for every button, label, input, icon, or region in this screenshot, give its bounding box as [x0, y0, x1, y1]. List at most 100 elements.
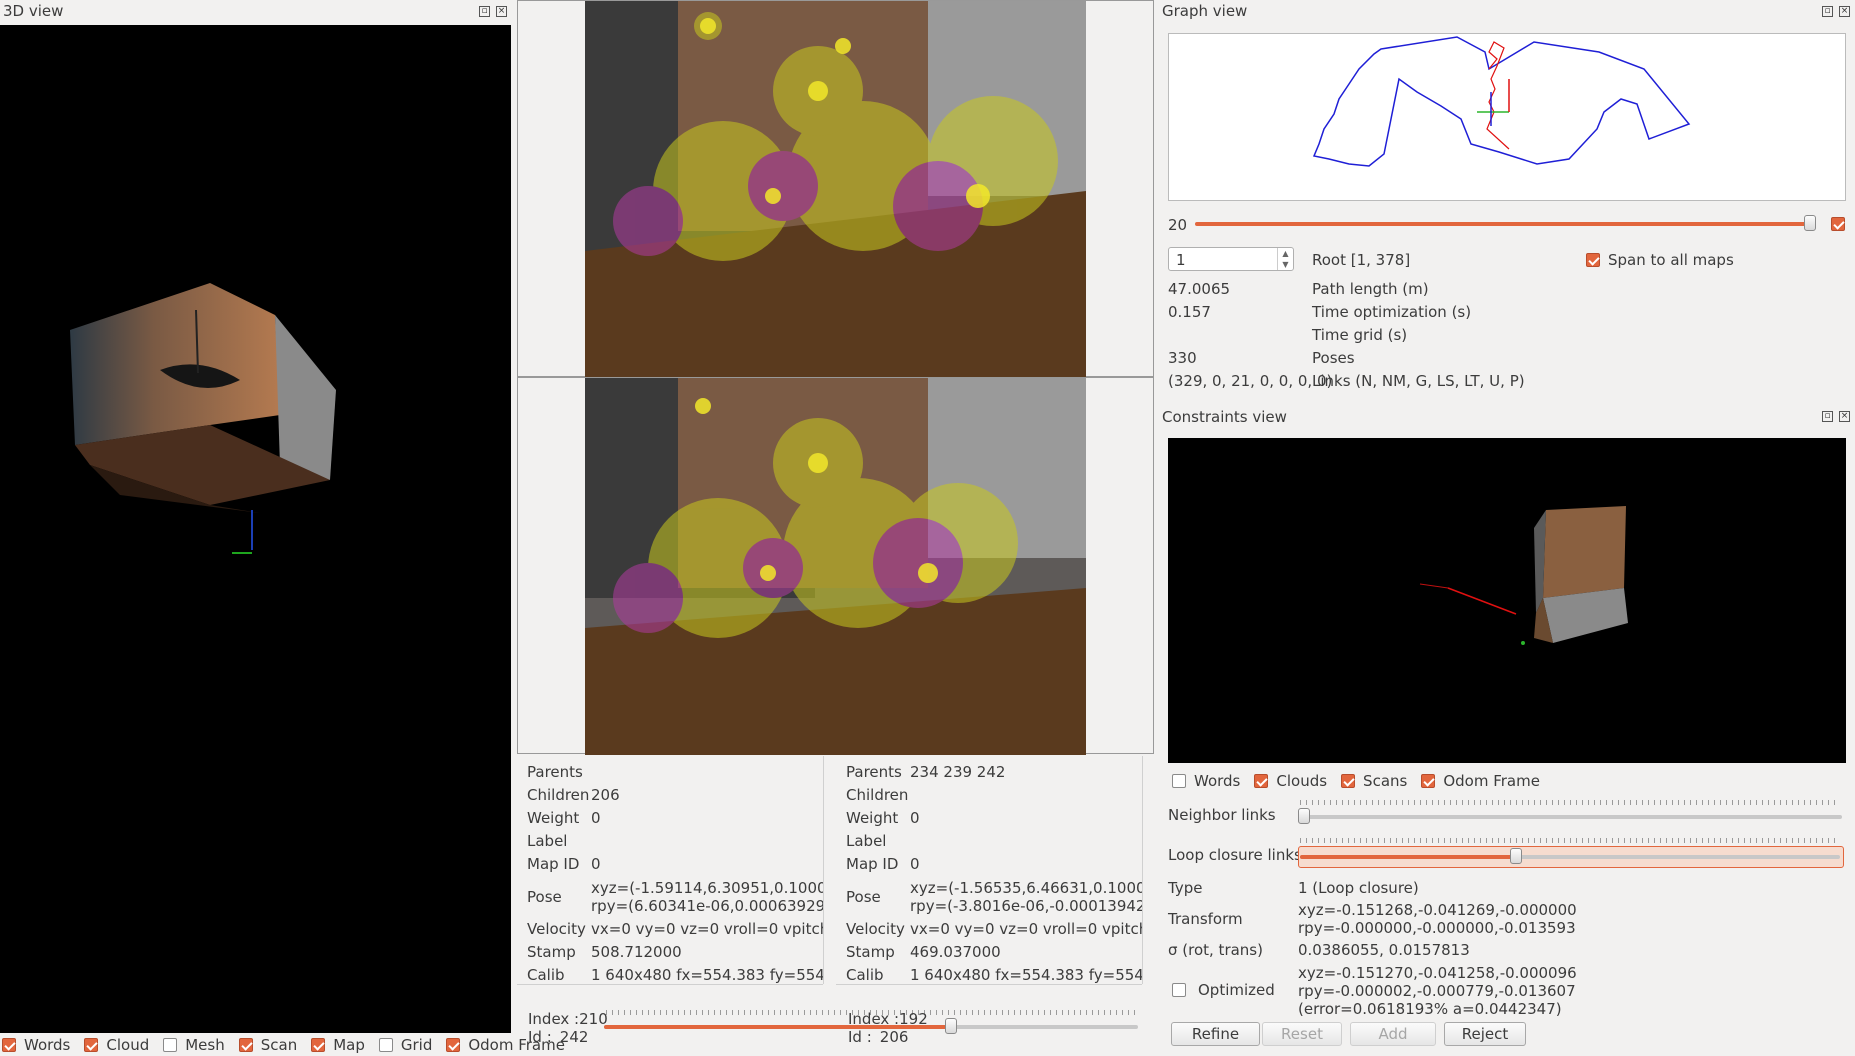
- image-view-top[interactable]: [517, 0, 1154, 378]
- checkbox[interactable]: [446, 1038, 461, 1052]
- checkbox[interactable]: [1421, 774, 1436, 788]
- optimized-label: Optimized: [1198, 981, 1275, 999]
- slider-handle[interactable]: [1804, 215, 1816, 231]
- info-value: vx=0 vy=0 vz=0 vroll=0 vpitch=0 v: [910, 920, 1142, 938]
- graph-slider-checkbox[interactable]: [1831, 217, 1845, 231]
- loop-closure-slider[interactable]: [1300, 848, 1840, 864]
- graph-canvas[interactable]: [1168, 33, 1846, 201]
- checkbox[interactable]: [238, 1038, 253, 1052]
- float-icon[interactable]: ▫: [1822, 6, 1833, 17]
- checkbox[interactable]: [2, 1038, 16, 1052]
- info-row-map-id: Map ID 0: [527, 855, 601, 873]
- checkbox[interactable]: [163, 1038, 178, 1052]
- 3d-viewport[interactable]: [0, 25, 511, 1033]
- info-key: Label: [527, 832, 568, 850]
- image-view-bottom[interactable]: [517, 377, 1154, 755]
- constraints-scene: [1419, 506, 1628, 645]
- checkbox[interactable]: [1341, 774, 1356, 788]
- constraints-options: Words Clouds Scans Odom Frame: [1172, 772, 1554, 790]
- constraints-3d-viewport[interactable]: [1168, 438, 1846, 763]
- info-row-stamp: Stamp 508.712000: [527, 943, 682, 961]
- checkbox[interactable]: [1254, 774, 1269, 788]
- option-map[interactable]: Map: [311, 1036, 365, 1054]
- stat-value: 330: [1168, 349, 1197, 367]
- option-words[interactable]: Words: [1172, 772, 1240, 790]
- float-icon[interactable]: ▫: [1822, 411, 1833, 422]
- info-value: vx=0 vy=0 vz=0 vroll=0 vpitch=0 v: [591, 920, 823, 938]
- info-key: Calib: [527, 966, 565, 984]
- span-label: Span to all maps: [1608, 251, 1734, 269]
- option-label: Words: [24, 1036, 71, 1054]
- option-label: Map: [333, 1036, 365, 1054]
- root-spinbox[interactable]: 1 ▲ ▼: [1168, 247, 1294, 271]
- info-row-weight: Weight 0: [527, 809, 601, 827]
- graph-slider[interactable]: [1195, 215, 1816, 231]
- info-key: Pose: [527, 888, 562, 906]
- info-key: Velocity: [846, 920, 905, 938]
- info-row-children: Children: [846, 786, 910, 804]
- neighbor-links-slider[interactable]: [1298, 808, 1842, 824]
- option-cloud[interactable]: Cloud: [84, 1036, 149, 1054]
- info-key: Label: [846, 832, 887, 850]
- info-value: 234 239 242: [910, 763, 1006, 781]
- index-caption: Index :: [848, 1010, 900, 1028]
- slider-handle[interactable]: [1298, 808, 1310, 824]
- optimized-checkbox[interactable]: Optimized: [1172, 981, 1275, 999]
- stat-label: Path length (m): [1312, 280, 1429, 298]
- optimized-xyz: xyz=-0.151270,-0.041258,-0.000096: [1298, 964, 1577, 982]
- info-value: 1 640x480 fx=554.383 fy=554.383: [591, 966, 823, 984]
- info-value: 469.037000: [910, 943, 1001, 961]
- info-row-pose: Pose: [527, 888, 591, 906]
- reject-button[interactable]: Reject: [1444, 1022, 1526, 1046]
- checkbox[interactable]: [1172, 774, 1186, 788]
- feature-image-top: [585, 1, 1086, 378]
- option-scan[interactable]: Scan: [238, 1036, 297, 1054]
- info-row-parents: Parents: [527, 763, 591, 781]
- stat-value: 0.157: [1168, 303, 1211, 321]
- add-button[interactable]: Add: [1350, 1022, 1436, 1046]
- info-row-stamp: Stamp 469.037000: [846, 943, 1001, 961]
- info-key: Parents: [527, 763, 583, 781]
- info-key: Calib: [846, 966, 884, 984]
- info-key: Children: [527, 786, 590, 804]
- info-key: Map ID: [527, 855, 580, 873]
- refine-button[interactable]: Refine: [1171, 1022, 1260, 1046]
- reset-button[interactable]: Reset: [1262, 1022, 1342, 1046]
- checkbox[interactable]: [1172, 983, 1186, 997]
- spin-arrows-icon[interactable]: ▲ ▼: [1277, 248, 1293, 270]
- info-value: 1 640x480 fx=554.383 fy=554.383: [910, 966, 1142, 984]
- slider-handle[interactable]: [1510, 848, 1522, 864]
- slider-handle[interactable]: [945, 1018, 958, 1034]
- info-row-pose: Pose: [846, 888, 910, 906]
- option-label: Scans: [1363, 772, 1408, 790]
- info-key: Map ID: [846, 855, 899, 873]
- close-icon[interactable]: ×: [1839, 411, 1850, 422]
- option-label: Words: [1194, 772, 1241, 790]
- node-info-right-hscroll[interactable]: [836, 984, 1142, 995]
- transform-xyz: xyz=-0.151268,-0.041269,-0.000000: [1298, 901, 1577, 919]
- option-grid[interactable]: Grid: [378, 1036, 432, 1054]
- span-all-maps[interactable]: Span to all maps: [1586, 251, 1734, 269]
- checkbox[interactable]: [1586, 253, 1600, 267]
- slider-ticks: [1300, 838, 1840, 843]
- checkbox[interactable]: [84, 1038, 99, 1052]
- node-info-left-hscroll[interactable]: [517, 984, 823, 995]
- float-icon[interactable]: ▫: [479, 6, 490, 17]
- option-clouds[interactable]: Clouds: [1254, 772, 1327, 790]
- checkbox[interactable]: [378, 1038, 393, 1052]
- info-row-weight: Weight 0: [846, 809, 920, 827]
- close-icon[interactable]: ×: [496, 6, 507, 17]
- node-info-right-vscroll[interactable]: [1142, 756, 1153, 984]
- close-icon[interactable]: ×: [1839, 6, 1850, 17]
- option-scans[interactable]: Scans: [1341, 772, 1407, 790]
- sigma-value: 0.0386055, 0.0157813: [1298, 941, 1470, 959]
- option-label: Mesh: [185, 1036, 225, 1054]
- option-words[interactable]: Words: [2, 1036, 70, 1054]
- checkbox[interactable]: [311, 1038, 326, 1052]
- option-mesh[interactable]: Mesh: [163, 1036, 225, 1054]
- loop-closure-links-label: Loop closure links: [1168, 846, 1302, 864]
- neighbor-links-label: Neighbor links: [1168, 806, 1276, 824]
- pose-rpy: rpy=(-3.8016e-06,-0.000139425,-2: [910, 897, 1142, 915]
- node-info-left-vscroll[interactable]: [823, 756, 834, 984]
- option-odom-frame[interactable]: Odom Frame: [1421, 772, 1540, 790]
